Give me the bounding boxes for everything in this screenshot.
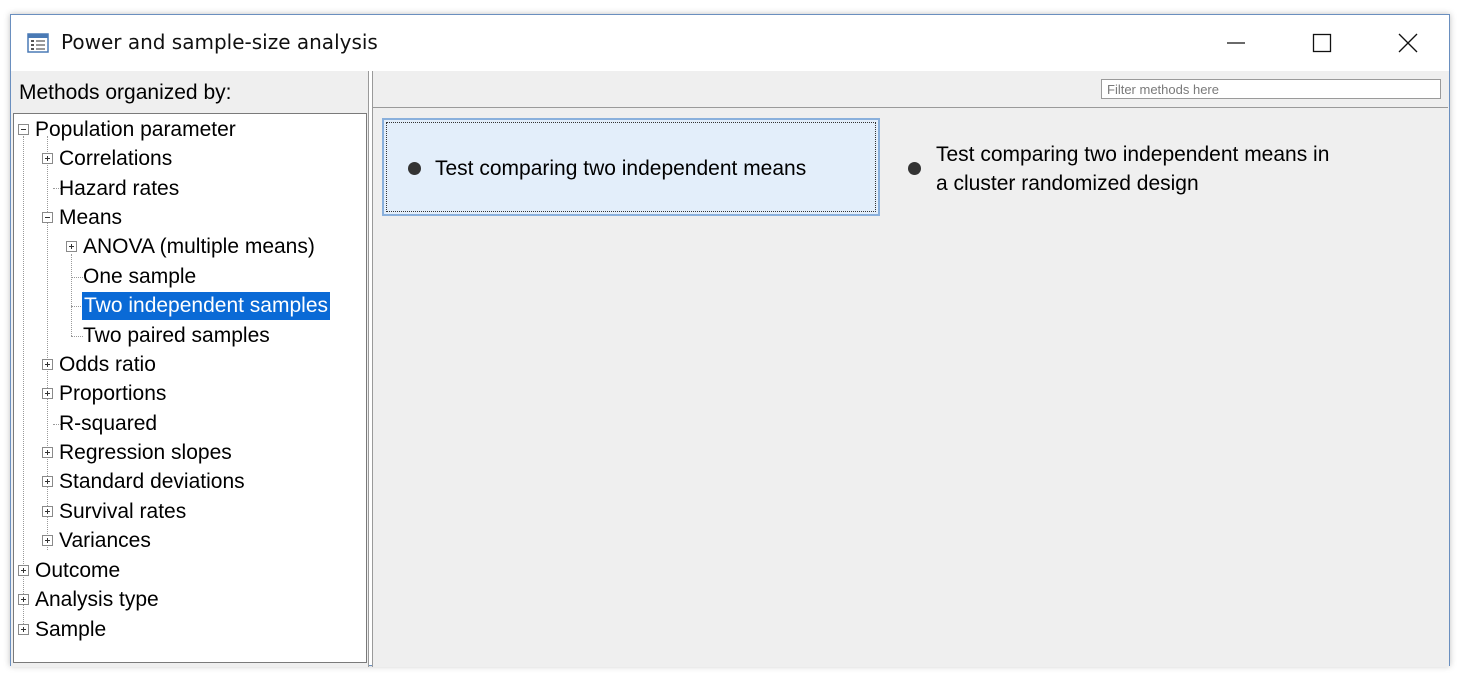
app-icon <box>27 33 49 53</box>
minimize-icon <box>1227 42 1245 44</box>
title-bar[interactable]: Power and sample-size analysis <box>11 15 1449 71</box>
tree-item-standard-deviations[interactable]: Standard deviations <box>59 468 245 496</box>
tree-item-hazard-rates[interactable]: Hazard rates <box>59 175 179 203</box>
tree-connector <box>71 254 72 336</box>
collapse-icon[interactable] <box>18 124 29 135</box>
minimize-button[interactable] <box>1193 15 1279 71</box>
methods-organized-label: Methods organized by: <box>19 81 232 104</box>
tree-item-analysis-type[interactable]: Analysis type <box>35 586 159 614</box>
tree-item-variances[interactable]: Variances <box>59 527 151 555</box>
method-card-cluster-randomized[interactable]: Test comparing two independent means in … <box>893 118 1413 216</box>
tree-item-two-independent-samples[interactable]: Two independent samples <box>82 292 330 320</box>
filter-methods-input[interactable] <box>1101 79 1441 99</box>
window-title: Power and sample-size analysis <box>61 30 378 54</box>
maximize-button[interactable] <box>1279 15 1365 71</box>
app-window: Power and sample-size analysis Methods o… <box>10 14 1450 667</box>
expand-icon[interactable] <box>42 476 53 487</box>
tree-item-population-parameter[interactable]: Population parameter <box>35 116 236 144</box>
methods-area: Test comparing two independent means Tes… <box>373 107 1448 666</box>
tree-connector <box>47 136 48 550</box>
close-icon <box>1398 33 1418 53</box>
tree-item-proportions[interactable]: Proportions <box>59 380 166 408</box>
bullet-icon <box>408 162 421 175</box>
method-card-two-independent-means[interactable]: Test comparing two independent means <box>382 118 880 216</box>
tree-item-r-squared[interactable]: R-squared <box>59 410 157 438</box>
method-label: Test comparing two independent means <box>435 157 807 180</box>
tree-item-correlations[interactable]: Correlations <box>59 145 172 173</box>
tree-item-odds-ratio[interactable]: Odds ratio <box>59 351 156 379</box>
maximize-icon <box>1312 33 1332 53</box>
tree-connector <box>71 336 83 337</box>
bullet-icon <box>908 162 921 175</box>
expand-icon[interactable] <box>18 565 29 576</box>
expand-icon[interactable] <box>18 594 29 605</box>
expand-icon[interactable] <box>42 535 53 546</box>
method-label-line2: a cluster randomized design <box>936 172 1199 195</box>
expand-icon[interactable] <box>42 447 53 458</box>
tree-item-one-sample[interactable]: One sample <box>83 263 196 291</box>
expand-icon[interactable] <box>42 388 53 399</box>
tree-item-survival-rates[interactable]: Survival rates <box>59 498 186 526</box>
expand-icon[interactable] <box>18 624 29 635</box>
tree-item-two-paired-samples[interactable]: Two paired samples <box>83 322 270 350</box>
method-label-line1: Test comparing two independent means in <box>936 143 1330 166</box>
tree-item-means[interactable]: Means <box>59 204 122 232</box>
methods-tree-pane: Methods organized by: Population paramet… <box>11 71 369 667</box>
collapse-icon[interactable] <box>42 212 53 223</box>
expand-icon[interactable] <box>42 359 53 370</box>
methods-tree[interactable]: Population parameter Correlations Hazard… <box>13 113 367 663</box>
tree-connector <box>71 277 83 278</box>
tree-item-outcome[interactable]: Outcome <box>35 557 120 585</box>
expand-icon[interactable] <box>66 241 77 252</box>
tree-item-regression-slopes[interactable]: Regression slopes <box>59 439 232 467</box>
expand-icon[interactable] <box>42 506 53 517</box>
expand-icon[interactable] <box>42 153 53 164</box>
methods-list-pane: Test comparing two independent means Tes… <box>372 71 1449 667</box>
close-button[interactable] <box>1365 15 1451 71</box>
tree-connector <box>23 136 24 632</box>
tree-item-anova[interactable]: ANOVA (multiple means) <box>83 233 315 261</box>
tree-item-sample[interactable]: Sample <box>35 616 106 644</box>
